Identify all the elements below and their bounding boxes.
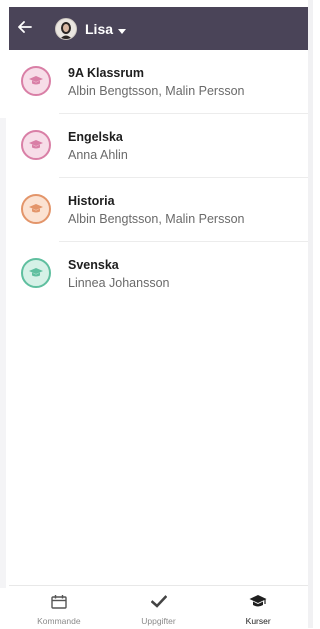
nav-item-uppgifter[interactable]: Uppgifter bbox=[109, 586, 209, 629]
course-list: 9A Klassrum Albin Bengtsson, Malin Perss… bbox=[9, 50, 308, 306]
calendar-icon bbox=[51, 594, 67, 614]
course-title: Engelska bbox=[68, 130, 123, 144]
course-title: Historia bbox=[68, 194, 115, 208]
nav-item-kurser[interactable]: Kurser bbox=[208, 586, 308, 629]
nav-label: Kurser bbox=[245, 616, 271, 626]
course-item[interactable]: 9A Klassrum Albin Bengtsson, Malin Perss… bbox=[9, 50, 308, 114]
course-teachers: Albin Bengtsson, Malin Persson bbox=[68, 212, 245, 226]
back-button[interactable] bbox=[9, 7, 41, 50]
window-edge bbox=[308, 0, 313, 628]
graduation-cap-icon bbox=[21, 194, 51, 224]
graduation-cap-icon bbox=[21, 130, 51, 160]
course-teachers: Anna Ahlin bbox=[68, 148, 128, 162]
avatar bbox=[55, 17, 77, 40]
course-item[interactable]: Engelska Anna Ahlin bbox=[9, 114, 308, 178]
course-item[interactable]: Historia Albin Bengtsson, Malin Persson bbox=[9, 178, 308, 242]
graduation-cap-icon bbox=[21, 258, 51, 288]
course-teachers: Linnea Johansson bbox=[68, 276, 170, 290]
graduation-cap-icon bbox=[249, 594, 267, 614]
nav-label: Kommande bbox=[37, 616, 81, 626]
graduation-cap-icon bbox=[21, 66, 51, 96]
course-teachers: Albin Bengtsson, Malin Persson bbox=[68, 84, 245, 98]
window-edge-left bbox=[0, 118, 6, 588]
course-title: Svenska bbox=[68, 258, 119, 272]
user-name: Lisa bbox=[85, 20, 114, 37]
course-item[interactable]: Svenska Linnea Johansson bbox=[9, 242, 308, 306]
nav-label: Uppgifter bbox=[141, 616, 176, 626]
course-title: 9A Klassrum bbox=[68, 66, 144, 80]
checkmark-icon bbox=[150, 594, 167, 614]
caret-down-icon bbox=[118, 21, 127, 39]
top-app-bar: Lisa bbox=[9, 7, 308, 50]
nav-item-kommande[interactable]: Kommande bbox=[9, 586, 109, 629]
back-arrow-icon bbox=[18, 20, 32, 38]
bottom-navigation: Kommande Uppgifter Kurser bbox=[9, 585, 308, 629]
profile-switcher[interactable]: Lisa bbox=[55, 17, 127, 40]
